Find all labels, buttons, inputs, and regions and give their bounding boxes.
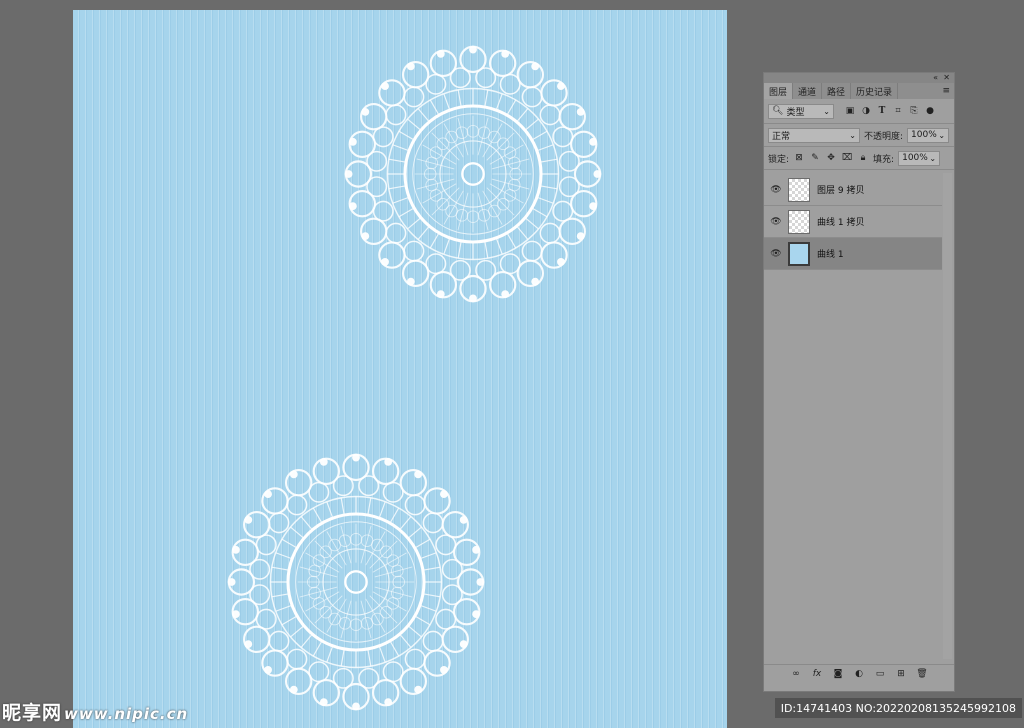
lock-image-pixels-icon[interactable]: ✎ bbox=[809, 152, 821, 164]
fill-value: 100% bbox=[902, 153, 928, 163]
lock-position-icon[interactable]: ✥ bbox=[825, 152, 837, 164]
layer-thumbnail bbox=[788, 177, 810, 202]
tab-history[interactable]: 历史记录 bbox=[851, 83, 899, 99]
layer-thumbnail bbox=[788, 209, 810, 234]
fill-label: 填充: bbox=[873, 154, 895, 165]
layer-style-icon[interactable]: fx bbox=[811, 668, 823, 680]
layer-name[interactable]: 图层 9 拷贝 bbox=[817, 183, 864, 196]
panel-titlebar[interactable]: « ✕ bbox=[764, 73, 954, 83]
layer-row[interactable]: 👁︎ 曲线 1 拷贝 bbox=[764, 206, 942, 238]
add-mask-icon[interactable]: ◙ bbox=[832, 668, 844, 680]
search-icon: 🔍︎ bbox=[772, 106, 784, 116]
lock-artboard-icon[interactable]: ⌧ bbox=[841, 152, 853, 164]
filter-type-value: 类型 bbox=[786, 107, 805, 118]
layer-name[interactable]: 曲线 1 拷贝 bbox=[817, 215, 864, 228]
blend-mode-select[interactable]: 正常 ⌄ bbox=[768, 127, 860, 143]
watermark-logo: 昵享网 www.nipic.cn bbox=[2, 698, 188, 725]
chevron-down-icon: ⌄ bbox=[849, 130, 856, 140]
opacity-value: 100% bbox=[911, 130, 937, 140]
new-layer-icon[interactable]: ⊞ bbox=[895, 668, 907, 680]
tab-paths[interactable]: 路径 bbox=[822, 83, 852, 99]
opacity-field[interactable]: 100% ⌄ bbox=[907, 127, 950, 143]
filter-type-select[interactable]: 🔍︎ 类型 ⌄ bbox=[768, 103, 834, 119]
eye-icon[interactable]: 👁︎ bbox=[764, 217, 788, 227]
panel-menu-icon[interactable]: ≡ bbox=[942, 86, 950, 96]
tab-layers[interactable]: 图层 bbox=[764, 83, 794, 99]
adjustment-filter-icon[interactable]: ◑ bbox=[860, 105, 872, 117]
eye-icon[interactable]: 👁︎ bbox=[764, 185, 788, 195]
watermark-id-text: ID:14741403 NO:20220208135245992108 bbox=[780, 701, 1016, 715]
blend-mode-value: 正常 bbox=[772, 131, 791, 142]
image-filter-icon[interactable]: ▣ bbox=[844, 105, 856, 117]
fill-field[interactable]: 100% ⌄ bbox=[898, 150, 941, 166]
layers-panel: « ✕ 图层 通道 路径 历史记录 ≡ 🔍︎ 类型 ⌄ ▣ ◑ T ⌗ ⎘ ● … bbox=[763, 72, 955, 692]
document-canvas[interactable] bbox=[73, 10, 727, 728]
panel-footer: ∞ fx ◙ ◐ ▭ ⊞ 🗑︎ bbox=[764, 664, 954, 683]
opacity-label: 不透明度: bbox=[864, 131, 904, 142]
tab-channels[interactable]: 通道 bbox=[793, 83, 823, 99]
smart-object-filter-icon[interactable]: ⎘ bbox=[908, 105, 920, 117]
trash-icon[interactable]: 🗑︎ bbox=[916, 668, 928, 680]
chevron-down-icon: ⌄ bbox=[823, 106, 830, 116]
chevron-down-icon: ⌄ bbox=[938, 130, 946, 140]
watermark-id: ID:14741403 NO:20220208135245992108 bbox=[774, 698, 1022, 718]
type-filter-icon[interactable]: T bbox=[876, 105, 888, 117]
close-icon[interactable]: ✕ bbox=[943, 73, 950, 83]
layers-list: 👁︎ 图层 9 拷贝 👁︎ 曲线 1 拷贝 👁︎ 曲线 1 bbox=[764, 174, 942, 270]
chevron-down-icon: ⌄ bbox=[929, 153, 937, 163]
layer-name[interactable]: 曲线 1 bbox=[817, 247, 844, 260]
layer-row[interactable]: 👁︎ 图层 9 拷贝 bbox=[764, 174, 942, 206]
watermark-site: 昵享网 bbox=[2, 702, 63, 724]
lace-doily-bottom bbox=[227, 453, 485, 711]
panel-tabs: 图层 通道 路径 历史记录 ≡ bbox=[764, 83, 954, 99]
adjustment-layer-icon[interactable]: ◐ bbox=[853, 668, 865, 680]
link-layers-icon[interactable]: ∞ bbox=[790, 668, 802, 680]
watermark-url: www.nipic.cn bbox=[64, 705, 189, 723]
layer-thumbnail bbox=[788, 241, 810, 266]
lock-label: 锁定: bbox=[768, 154, 790, 165]
collapse-icon[interactable]: « bbox=[933, 73, 938, 83]
filter-toggle-icon[interactable]: ● bbox=[924, 105, 936, 117]
layers-scrollbar[interactable] bbox=[943, 173, 952, 659]
eye-icon[interactable]: 👁︎ bbox=[764, 249, 788, 259]
new-group-icon[interactable]: ▭ bbox=[874, 668, 886, 680]
layer-row-selected[interactable]: 👁︎ 曲线 1 bbox=[764, 238, 942, 270]
lace-doily-top bbox=[344, 45, 602, 303]
shape-filter-icon[interactable]: ⌗ bbox=[892, 105, 904, 117]
lock-transparent-pixels-icon[interactable]: ⊠ bbox=[793, 152, 805, 164]
lock-all-icon[interactable]: 🔒︎ bbox=[857, 152, 869, 164]
